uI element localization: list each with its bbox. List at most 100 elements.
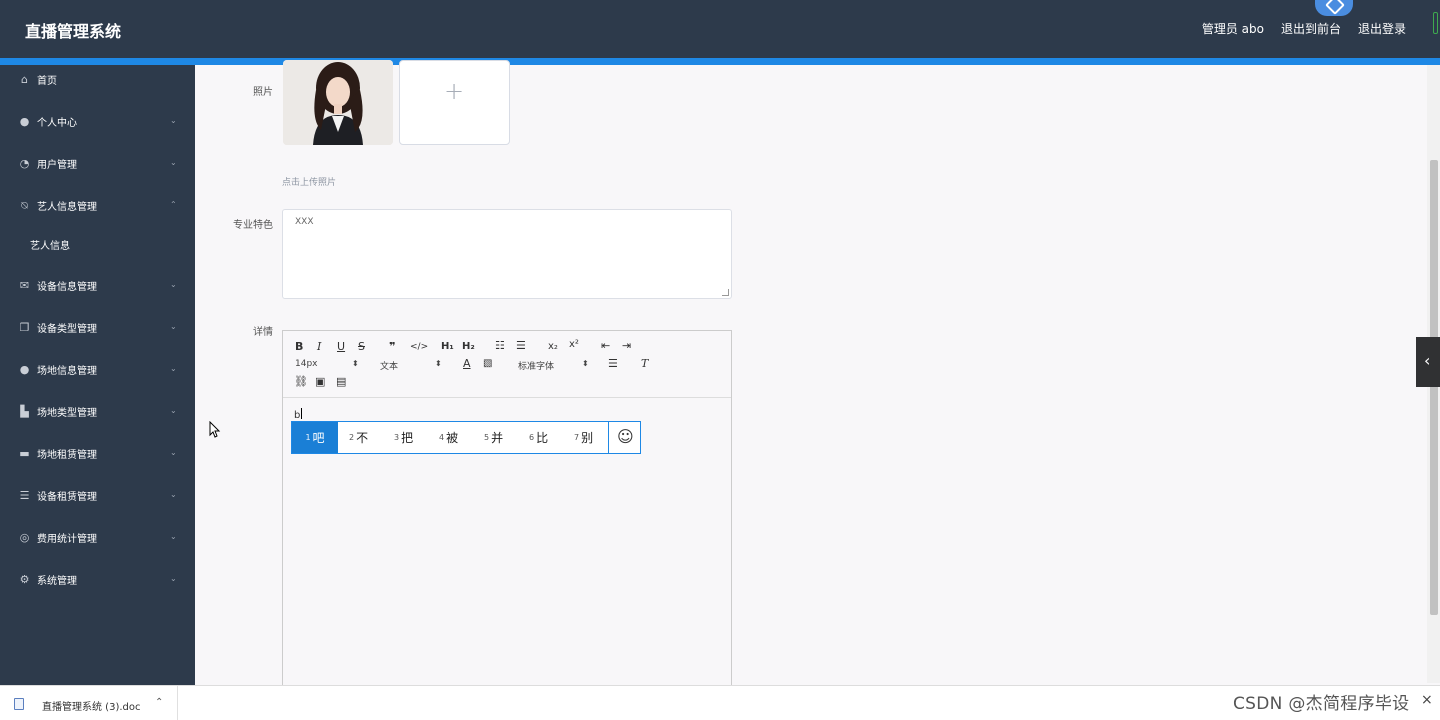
resize-handle[interactable] [722,289,729,296]
align-icon[interactable]: ☰ [608,358,618,370]
sidebar-item-home[interactable]: ⌂ 首页 [0,65,195,93]
logo-icon [1315,0,1353,16]
candidate-text: 比 [536,431,549,445]
sidebar-item-label: 系统管理 [37,575,77,587]
ime-candidate[interactable]: 1吧 [292,422,338,453]
select-arrows-icon: ⬍ [352,359,359,368]
font-size-value: 14px [295,359,318,369]
chevron-up-icon[interactable]: ⌃ [155,697,163,708]
upload-hint: 点击上传照片 [282,178,337,188]
editor-toolbar: B I U S ❞ </> H₁ H₂ ☷ ☰ x₂ x² ⇤ ⇥ 14px ⬍… [283,331,731,398]
link-icon[interactable]: ⛓ [294,376,308,388]
sidebar-item-label: 设备类型管理 [37,323,97,335]
upload-photo-button[interactable]: + [399,60,510,145]
underline-button[interactable]: U [337,341,345,353]
settings-icon: ⚙ [19,572,30,586]
side-drawer-toggle[interactable] [1416,337,1440,387]
ime-candidate[interactable]: 5并 [484,422,503,453]
download-bar: 直播管理系统 (3).doc ⌃ [0,685,1440,720]
candidate-text: 不 [356,431,369,445]
chevron-down-icon: ⌄ [170,280,177,289]
blockquote-button[interactable]: ❞ [389,341,395,353]
font-family-value: 标准字体 [518,362,555,372]
candidate-number: 5 [484,433,490,442]
sidebar-item-user-management[interactable]: ◔ 用户管理 ⌄ [0,149,195,177]
uploaded-photo[interactable] [283,60,393,145]
sidebar-item-artist-info[interactable]: 艺人信息 [0,230,195,258]
close-icon[interactable]: × [1421,692,1433,708]
chevron-down-icon: ⌄ [170,490,177,499]
candidate-text: 并 [491,431,504,445]
top-header: 直播管理系统 管理员 abo 退出到前台 退出登录 [0,0,1440,58]
sidebar-item-label: 设备租赁管理 [37,491,97,503]
document-icon [14,698,24,710]
plus-icon: + [444,77,465,105]
home-icon: ⌂ [21,72,28,86]
rich-text-editor[interactable]: B I U S ❞ </> H₁ H₂ ☷ ☰ x₂ x² ⇤ ⇥ 14px ⬍… [282,330,732,690]
superscript-button[interactable]: x² [569,339,579,351]
clear-format-icon[interactable]: T [641,358,648,370]
box-icon: ▬ [19,446,30,460]
font-family-select[interactable]: 标准字体 ⬍ [518,359,593,372]
sidebar-item-label: 首页 [37,75,57,87]
chevron-down-icon: ⌄ [170,532,177,541]
sidebar-item-label: 艺人信息 [30,240,70,252]
indent-icon[interactable]: ⇥ [622,340,631,352]
scrollbar-thumb[interactable] [1430,160,1438,615]
ime-candidate[interactable]: 2不 [349,422,368,453]
text-type-select[interactable]: 文本 ⬍ [380,359,445,372]
ime-candidate[interactable]: 6比 [529,422,548,453]
image-icon[interactable]: ▣ [315,376,325,388]
candidate-number: 4 [439,433,445,442]
sidebar-item-label: 设备信息管理 [37,281,97,293]
background-color-button[interactable]: ▧ [483,358,492,370]
video-icon[interactable]: ▤ [336,376,346,388]
candidate-text: 被 [446,431,459,445]
strike-button[interactable]: S [358,341,365,353]
sidebar-item-venue-rental[interactable]: ▬ 场地租赁管理 ⌄ [0,439,195,467]
chevron-up-icon: ⌃ [170,200,177,209]
emoji-icon[interactable] [608,422,641,453]
italic-button[interactable]: I [317,341,321,353]
chevron-down-icon: ⌄ [170,158,177,167]
h1-button[interactable]: H₁ [441,341,454,353]
chevron-down-icon: ⌄ [170,116,177,125]
ime-candidate[interactable]: 3把 [394,422,413,453]
font-size-select[interactable]: 14px ⬍ [295,359,360,369]
ime-candidate[interactable]: 4被 [439,422,458,453]
font-color-button[interactable]: A [463,358,471,370]
logout-link[interactable]: 退出登录 [1358,20,1406,37]
candidate-number: 7 [574,433,580,442]
sidebar-item-venue-info[interactable]: ● 场地信息管理 ⌄ [0,355,195,383]
download-item[interactable]: 直播管理系统 (3).doc ⌃ [0,686,178,720]
specialty-value: XXX [295,217,314,227]
ordered-list-icon[interactable]: ☷ [495,340,505,352]
candidate-number: 6 [529,433,535,442]
bell-off-icon: ⍉ [21,198,28,212]
sidebar-item-personal-center[interactable]: ● 个人中心 ⌄ [0,107,195,135]
sidebar-item-artist-management[interactable]: ⍉ 艺人信息管理 ⌃ [0,191,195,219]
editor-content[interactable]: b [294,408,302,421]
exit-front-link[interactable]: 退出到前台 [1281,20,1341,37]
sidebar-item-device-rental[interactable]: ☰ 设备租赁管理 ⌄ [0,481,195,509]
outdent-icon[interactable]: ⇤ [601,340,610,352]
sidebar-item-label: 场地类型管理 [37,407,97,419]
code-button[interactable]: </> [410,341,428,353]
sidebar: ⌂ 首页 ● 个人中心 ⌄ ◔ 用户管理 ⌄ ⍉ 艺人信息管理 ⌃ 艺人信息 ✉… [0,65,195,685]
sidebar-item-fee-statistics[interactable]: ◎ 费用统计管理 ⌄ [0,523,195,551]
candidate-number: 3 [394,433,400,442]
bullet-list-icon[interactable]: ☰ [516,340,526,352]
candidate-number: 1 [305,433,311,442]
sidebar-item-venue-type[interactable]: ▙ 场地类型管理 ⌄ [0,397,195,425]
sidebar-item-system-management[interactable]: ⚙ 系统管理 ⌄ [0,565,195,593]
select-arrows-icon: ⬍ [582,359,589,368]
specialty-textarea[interactable]: XXX [282,209,732,299]
ime-candidate[interactable]: 7别 [574,422,593,453]
list-icon: ☰ [19,488,30,502]
sidebar-item-device-info[interactable]: ✉ 设备信息管理 ⌄ [0,271,195,299]
bold-button[interactable]: B [295,341,303,353]
h2-button[interactable]: H₂ [462,341,475,353]
sidebar-item-device-type[interactable]: ❐ 设备类型管理 ⌄ [0,313,195,341]
subscript-button[interactable]: x₂ [548,341,558,353]
app-title: 直播管理系统 [25,22,122,41]
